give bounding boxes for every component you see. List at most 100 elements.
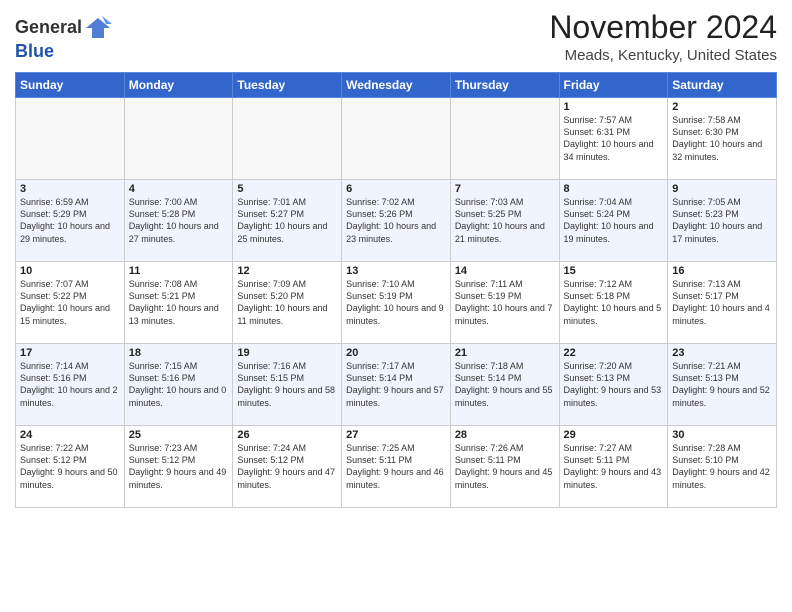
day-info: Sunrise: 7:21 AM Sunset: 5:13 PM Dayligh… xyxy=(672,360,772,409)
day-info: Sunrise: 7:16 AM Sunset: 5:15 PM Dayligh… xyxy=(237,360,337,409)
calendar-cell: 17Sunrise: 7:14 AM Sunset: 5:16 PM Dayli… xyxy=(16,344,125,426)
day-number: 14 xyxy=(455,265,555,277)
calendar-cell: 10Sunrise: 7:07 AM Sunset: 5:22 PM Dayli… xyxy=(16,262,125,344)
calendar-cell: 9Sunrise: 7:05 AM Sunset: 5:23 PM Daylig… xyxy=(668,180,777,262)
calendar-header-row: Sunday Monday Tuesday Wednesday Thursday… xyxy=(16,73,777,98)
day-info: Sunrise: 7:13 AM Sunset: 5:17 PM Dayligh… xyxy=(672,278,772,327)
day-number: 13 xyxy=(346,265,446,277)
calendar-cell: 11Sunrise: 7:08 AM Sunset: 5:21 PM Dayli… xyxy=(124,262,233,344)
calendar-cell: 24Sunrise: 7:22 AM Sunset: 5:12 PM Dayli… xyxy=(16,426,125,508)
day-number: 22 xyxy=(564,347,664,359)
header-saturday: Saturday xyxy=(668,73,777,98)
day-number: 5 xyxy=(237,183,337,195)
calendar-cell: 25Sunrise: 7:23 AM Sunset: 5:12 PM Dayli… xyxy=(124,426,233,508)
day-number: 12 xyxy=(237,265,337,277)
day-info: Sunrise: 7:08 AM Sunset: 5:21 PM Dayligh… xyxy=(129,278,229,327)
logo-bird-icon xyxy=(84,14,112,42)
calendar-cell xyxy=(16,98,125,180)
day-number: 8 xyxy=(564,183,664,195)
day-number: 15 xyxy=(564,265,664,277)
calendar-cell: 30Sunrise: 7:28 AM Sunset: 5:10 PM Dayli… xyxy=(668,426,777,508)
day-info: Sunrise: 7:11 AM Sunset: 5:19 PM Dayligh… xyxy=(455,278,555,327)
day-number: 7 xyxy=(455,183,555,195)
title-block: November 2024 Meads, Kentucky, United St… xyxy=(549,10,777,64)
location-text: Meads, Kentucky, United States xyxy=(549,47,777,64)
day-info: Sunrise: 6:59 AM Sunset: 5:29 PM Dayligh… xyxy=(20,196,120,245)
calendar-cell: 23Sunrise: 7:21 AM Sunset: 5:13 PM Dayli… xyxy=(668,344,777,426)
calendar-cell xyxy=(450,98,559,180)
calendar-cell: 26Sunrise: 7:24 AM Sunset: 5:12 PM Dayli… xyxy=(233,426,342,508)
day-number: 16 xyxy=(672,265,772,277)
calendar-cell: 4Sunrise: 7:00 AM Sunset: 5:28 PM Daylig… xyxy=(124,180,233,262)
logo-blue-text: Blue xyxy=(15,42,112,62)
day-number: 21 xyxy=(455,347,555,359)
calendar-week-4: 17Sunrise: 7:14 AM Sunset: 5:16 PM Dayli… xyxy=(16,344,777,426)
day-number: 25 xyxy=(129,429,229,441)
day-info: Sunrise: 7:28 AM Sunset: 5:10 PM Dayligh… xyxy=(672,442,772,491)
day-number: 1 xyxy=(564,101,664,113)
page-container: General Blue November 2024 Meads, Kentuc… xyxy=(0,0,792,612)
day-info: Sunrise: 7:17 AM Sunset: 5:14 PM Dayligh… xyxy=(346,360,446,409)
calendar-cell: 28Sunrise: 7:26 AM Sunset: 5:11 PM Dayli… xyxy=(450,426,559,508)
calendar-week-3: 10Sunrise: 7:07 AM Sunset: 5:22 PM Dayli… xyxy=(16,262,777,344)
header-sunday: Sunday xyxy=(16,73,125,98)
calendar-table: Sunday Monday Tuesday Wednesday Thursday… xyxy=(15,72,777,508)
day-info: Sunrise: 7:25 AM Sunset: 5:11 PM Dayligh… xyxy=(346,442,446,491)
calendar-cell: 21Sunrise: 7:18 AM Sunset: 5:14 PM Dayli… xyxy=(450,344,559,426)
day-number: 29 xyxy=(564,429,664,441)
day-number: 3 xyxy=(20,183,120,195)
day-number: 9 xyxy=(672,183,772,195)
day-info: Sunrise: 7:27 AM Sunset: 5:11 PM Dayligh… xyxy=(564,442,664,491)
calendar-cell: 29Sunrise: 7:27 AM Sunset: 5:11 PM Dayli… xyxy=(559,426,668,508)
day-number: 2 xyxy=(672,101,772,113)
day-info: Sunrise: 7:24 AM Sunset: 5:12 PM Dayligh… xyxy=(237,442,337,491)
day-info: Sunrise: 7:03 AM Sunset: 5:25 PM Dayligh… xyxy=(455,196,555,245)
day-info: Sunrise: 7:20 AM Sunset: 5:13 PM Dayligh… xyxy=(564,360,664,409)
calendar-cell: 5Sunrise: 7:01 AM Sunset: 5:27 PM Daylig… xyxy=(233,180,342,262)
day-info: Sunrise: 7:12 AM Sunset: 5:18 PM Dayligh… xyxy=(564,278,664,327)
day-number: 30 xyxy=(672,429,772,441)
day-info: Sunrise: 7:58 AM Sunset: 6:30 PM Dayligh… xyxy=(672,114,772,163)
day-info: Sunrise: 7:18 AM Sunset: 5:14 PM Dayligh… xyxy=(455,360,555,409)
calendar-cell: 18Sunrise: 7:15 AM Sunset: 5:16 PM Dayli… xyxy=(124,344,233,426)
day-info: Sunrise: 7:26 AM Sunset: 5:11 PM Dayligh… xyxy=(455,442,555,491)
day-number: 18 xyxy=(129,347,229,359)
calendar-cell xyxy=(342,98,451,180)
header-thursday: Thursday xyxy=(450,73,559,98)
day-info: Sunrise: 7:57 AM Sunset: 6:31 PM Dayligh… xyxy=(564,114,664,163)
calendar-cell: 14Sunrise: 7:11 AM Sunset: 5:19 PM Dayli… xyxy=(450,262,559,344)
day-number: 19 xyxy=(237,347,337,359)
day-number: 11 xyxy=(129,265,229,277)
header-friday: Friday xyxy=(559,73,668,98)
calendar-cell: 27Sunrise: 7:25 AM Sunset: 5:11 PM Dayli… xyxy=(342,426,451,508)
day-number: 28 xyxy=(455,429,555,441)
day-info: Sunrise: 7:05 AM Sunset: 5:23 PM Dayligh… xyxy=(672,196,772,245)
day-info: Sunrise: 7:15 AM Sunset: 5:16 PM Dayligh… xyxy=(129,360,229,409)
header-monday: Monday xyxy=(124,73,233,98)
calendar-cell: 22Sunrise: 7:20 AM Sunset: 5:13 PM Dayli… xyxy=(559,344,668,426)
day-info: Sunrise: 7:22 AM Sunset: 5:12 PM Dayligh… xyxy=(20,442,120,491)
calendar-cell: 15Sunrise: 7:12 AM Sunset: 5:18 PM Dayli… xyxy=(559,262,668,344)
calendar-cell: 12Sunrise: 7:09 AM Sunset: 5:20 PM Dayli… xyxy=(233,262,342,344)
day-info: Sunrise: 7:01 AM Sunset: 5:27 PM Dayligh… xyxy=(237,196,337,245)
header-wednesday: Wednesday xyxy=(342,73,451,98)
calendar-cell xyxy=(233,98,342,180)
day-info: Sunrise: 7:02 AM Sunset: 5:26 PM Dayligh… xyxy=(346,196,446,245)
day-info: Sunrise: 7:10 AM Sunset: 5:19 PM Dayligh… xyxy=(346,278,446,327)
day-info: Sunrise: 7:07 AM Sunset: 5:22 PM Dayligh… xyxy=(20,278,120,327)
calendar-cell xyxy=(124,98,233,180)
day-number: 6 xyxy=(346,183,446,195)
day-info: Sunrise: 7:04 AM Sunset: 5:24 PM Dayligh… xyxy=(564,196,664,245)
calendar-week-1: 1Sunrise: 7:57 AM Sunset: 6:31 PM Daylig… xyxy=(16,98,777,180)
day-info: Sunrise: 7:09 AM Sunset: 5:20 PM Dayligh… xyxy=(237,278,337,327)
calendar-cell: 1Sunrise: 7:57 AM Sunset: 6:31 PM Daylig… xyxy=(559,98,668,180)
calendar-cell: 20Sunrise: 7:17 AM Sunset: 5:14 PM Dayli… xyxy=(342,344,451,426)
day-number: 10 xyxy=(20,265,120,277)
calendar-cell: 19Sunrise: 7:16 AM Sunset: 5:15 PM Dayli… xyxy=(233,344,342,426)
header-tuesday: Tuesday xyxy=(233,73,342,98)
day-number: 26 xyxy=(237,429,337,441)
day-number: 24 xyxy=(20,429,120,441)
day-number: 23 xyxy=(672,347,772,359)
calendar-cell: 13Sunrise: 7:10 AM Sunset: 5:19 PM Dayli… xyxy=(342,262,451,344)
calendar-cell: 3Sunrise: 6:59 AM Sunset: 5:29 PM Daylig… xyxy=(16,180,125,262)
